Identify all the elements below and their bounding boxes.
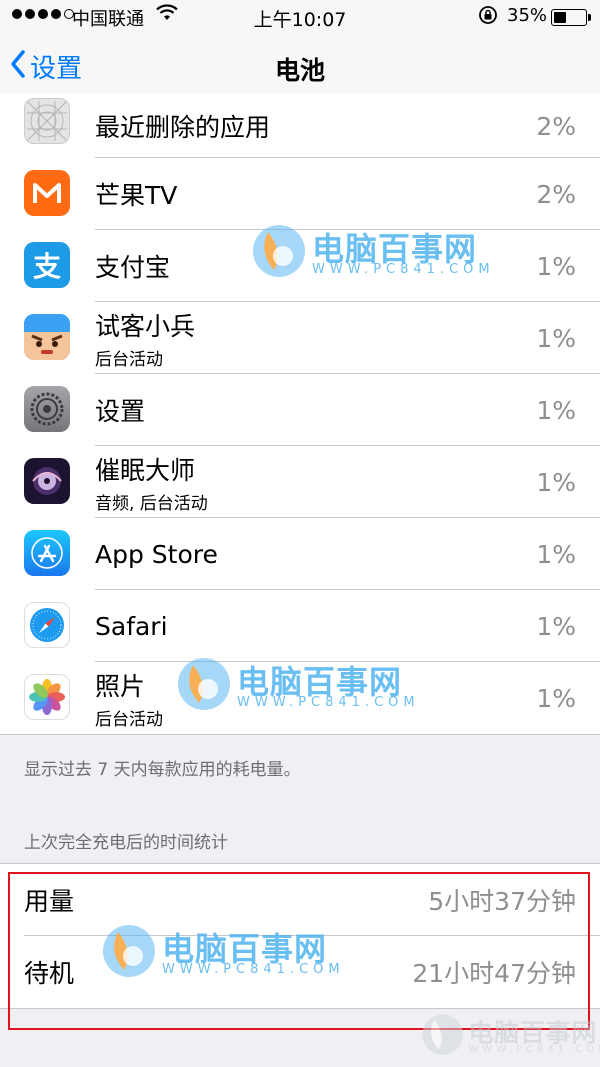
app-name: 照片 — [95, 671, 146, 701]
app-subtitle: 音频, 后台活动 — [95, 493, 208, 514]
app-percent: 1% — [536, 251, 576, 281]
battery-percent: 35% — [507, 5, 548, 26]
app-name: 设置 — [95, 397, 146, 426]
status-bar: 中国联通 上午10:07 35% — [0, 0, 600, 36]
settings-icon — [24, 386, 70, 432]
navigation-bar: 设置 电池 — [0, 36, 600, 102]
list-item-mango-tv[interactable]: 芒果TV 2% — [0, 158, 600, 230]
mango-tv-icon — [24, 170, 70, 216]
photos-icon — [24, 674, 70, 720]
list-item-safari[interactable]: Safari 1% — [0, 590, 600, 662]
app-name: 最近删除的应用 — [95, 113, 271, 142]
app-name: 试客小兵 — [95, 311, 196, 341]
app-store-icon — [24, 530, 70, 576]
safari-icon — [24, 602, 70, 648]
watermark-url: WWW.PC841.COM — [468, 1043, 600, 1055]
list-item-hypnosis-master[interactable]: 催眠大师 音频, 后台活动 1% — [0, 446, 600, 518]
list-item-recently-deleted[interactable]: 最近删除的应用 2% — [0, 94, 600, 158]
app-subtitle: 后台活动 — [95, 709, 163, 730]
app-name: 芒果TV — [95, 181, 178, 210]
app-subtitle: 后台活动 — [95, 349, 163, 370]
app-percent: 1% — [536, 467, 576, 497]
app-name: 催眠大师 — [95, 455, 196, 485]
list-item-photos[interactable]: 照片 后台活动 1% — [0, 662, 600, 734]
hypnosis-master-icon — [24, 458, 70, 504]
shike-xiaobing-icon — [24, 314, 70, 360]
app-percent: 2% — [536, 179, 576, 209]
red-highlight-box — [8, 872, 590, 1030]
app-name: 支付宝 — [95, 253, 171, 282]
app-name: Safari — [95, 611, 168, 641]
usage-footer-note: 显示过去 7 天内每款应用的耗电量。 — [24, 760, 301, 780]
app-percent: 1% — [536, 683, 576, 713]
battery-icon — [551, 9, 591, 26]
app-percent: 1% — [536, 539, 576, 569]
section-header: 上次完全充电后的时间统计 — [24, 833, 228, 853]
list-item-alipay[interactable]: 支 支付宝 1% — [0, 230, 600, 302]
page-title: 电池 — [274, 56, 325, 85]
app-percent: 1% — [536, 611, 576, 641]
deleted-apps-icon — [24, 98, 70, 144]
app-usage-list: 最近删除的应用 2% 芒果TV 2% 支 支付宝 1% 试客小兵 后台活动 1%… — [0, 94, 600, 735]
app-percent: 1% — [536, 395, 576, 425]
alipay-icon: 支 — [24, 242, 70, 288]
list-item-settings[interactable]: 设置 1% — [0, 374, 600, 446]
app-percent: 1% — [536, 323, 576, 353]
rotation-lock-icon — [478, 5, 498, 30]
list-item-shike-xiaobing[interactable]: 试客小兵 后台活动 1% — [0, 302, 600, 374]
app-name: App Store — [95, 539, 218, 569]
list-item-app-store[interactable]: App Store 1% — [0, 518, 600, 590]
app-percent: 2% — [536, 111, 576, 141]
